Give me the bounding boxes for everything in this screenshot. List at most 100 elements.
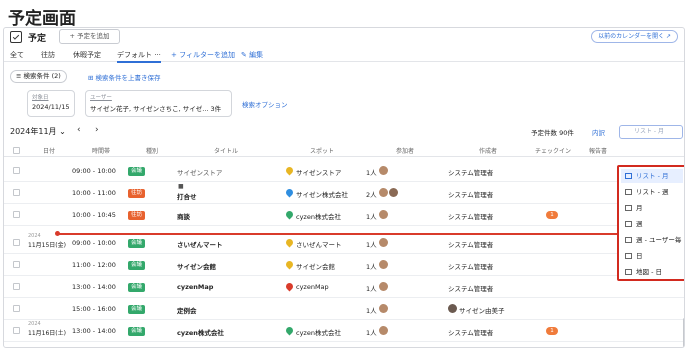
- column-title: タイトル: [214, 148, 239, 155]
- schedule-panel: 予定 + 予定を追加 以前のカレンダーを開く ↗ 全て 往訪 休暇予定 デフォル…: [3, 27, 685, 348]
- add-filter-button[interactable]: + フィルターを追加: [171, 50, 235, 60]
- spot-name[interactable]: cyzen株式会社: [296, 211, 341, 221]
- schedule-title-link[interactable]: 定例会: [177, 305, 197, 315]
- kind-badge: 会議: [128, 239, 145, 248]
- time-range: 09:00 - 10:00: [72, 239, 116, 247]
- target-date-filter[interactable]: 対象日 2024/11/15: [27, 90, 75, 117]
- table-row[interactable]: 2024 11月16日(土) 13:00 - 14:00 会議 cyzen株式会社 cyz…: [4, 320, 684, 342]
- breakdown-link[interactable]: 内訳: [592, 127, 605, 137]
- row-checkbox[interactable]: [13, 283, 20, 290]
- spot-name[interactable]: サイゼンストア: [296, 167, 341, 177]
- column-participants: 参加者: [396, 148, 415, 155]
- view-option[interactable]: リスト - 週: [621, 185, 683, 199]
- search-options-link[interactable]: 検索オプション: [242, 99, 288, 109]
- spot-name[interactable]: cyzenMap: [296, 283, 329, 291]
- user-filter[interactable]: ユーザー サイゼン花子, サイゼンさちこ, サイゼ... 3件: [85, 90, 232, 117]
- schedule-title-link[interactable]: サイゼンストア: [177, 167, 222, 177]
- kind-badge: 会議: [128, 327, 145, 336]
- row-checkbox[interactable]: [13, 167, 20, 174]
- avatar: [379, 188, 388, 197]
- view-type-icon: [625, 269, 632, 275]
- search-conditions-button[interactable]: ≡ 検索条件 (2): [10, 70, 67, 83]
- avatar: [379, 326, 388, 335]
- avatar: [389, 188, 398, 197]
- table-row[interactable]: 15:00 - 16:00 会議 定例会 1人 サイゼン由美子: [4, 298, 684, 320]
- tab-default[interactable]: デフォルト ···: [117, 50, 161, 63]
- schedule-title-link[interactable]: 打合せ: [177, 191, 197, 201]
- column-date: 日付: [43, 148, 56, 155]
- spot-name[interactable]: サイゼン株式会社: [296, 189, 348, 199]
- spot-name[interactable]: さいぜんマート: [296, 239, 342, 249]
- view-type-icon: [625, 173, 632, 179]
- table-row[interactable]: 2024 11月15日(金) 09:00 - 10:00 会議 さいぜんマート さいぜんマ…: [4, 232, 684, 254]
- prev-month-button[interactable]: ‹: [77, 125, 81, 135]
- open-previous-calendar-button[interactable]: 以前のカレンダーを開く ↗: [591, 30, 678, 43]
- row-checkbox[interactable]: [13, 327, 20, 334]
- avatar: [379, 166, 388, 175]
- view-option-label: 日: [636, 252, 643, 260]
- time-range: 10:00 - 11:00: [72, 189, 116, 197]
- schedule-title-link[interactable]: cyzen株式会社: [177, 327, 224, 337]
- time-range: 09:00 - 10:00: [72, 167, 116, 175]
- view-option[interactable]: 週: [621, 217, 683, 231]
- avatar: [379, 282, 388, 291]
- scrollbar[interactable]: [683, 318, 684, 347]
- participant-count: 1人: [366, 329, 377, 337]
- view-option[interactable]: 日: [621, 249, 683, 263]
- column-report: 報告書: [589, 148, 608, 155]
- month-selector[interactable]: 2024年11月 ⌄: [10, 126, 66, 137]
- spot-name[interactable]: サイゼン会館: [296, 261, 335, 271]
- row-checkbox[interactable]: [13, 239, 20, 246]
- view-option[interactable]: 週 - ユーザー毎: [621, 233, 683, 247]
- creator-name: システム管理者: [448, 169, 494, 177]
- tab-all[interactable]: 全て: [10, 50, 24, 60]
- participant-count: 1人: [366, 213, 377, 221]
- view-type-icon: [625, 221, 632, 227]
- checkin-count[interactable]: 1: [546, 211, 558, 219]
- row-checkbox[interactable]: [13, 261, 20, 268]
- table-row[interactable]: 13:00 - 14:00 会議 cyzenMap cyzenMap 1人 システム管理者: [4, 276, 684, 298]
- column-checkin: チェックイン: [535, 148, 572, 155]
- schedule-title-link[interactable]: さいぜんマート: [177, 239, 223, 249]
- save-conditions-link[interactable]: ⊞ 検索条件を上書き保存: [88, 72, 161, 82]
- schedule-title-link[interactable]: サイゼン会館: [177, 261, 216, 271]
- view-option[interactable]: リスト - 月: [621, 169, 683, 183]
- current-time-line: [57, 233, 622, 235]
- row-checkbox[interactable]: [13, 189, 20, 196]
- lock-icon: ■: [178, 183, 184, 190]
- checkin-count[interactable]: 1: [546, 327, 558, 335]
- next-month-button[interactable]: ›: [95, 125, 99, 135]
- location-pin-icon: [284, 237, 295, 248]
- schedule-title-link[interactable]: 商談: [177, 211, 190, 221]
- participant-count: 1人: [366, 263, 377, 271]
- location-pin-icon: [284, 259, 295, 270]
- edit-button[interactable]: ✎ 編集: [241, 50, 263, 60]
- target-date-value: 2024/11/15: [32, 103, 70, 111]
- table-row[interactable]: 10:00 - 11:00 往訪 打合せ ■ サイゼン株式会社 2人 システム管理者: [4, 182, 684, 204]
- creator-name: サイゼン由美子: [459, 307, 505, 315]
- table-header: 日付 時間帯 種別 タイトル スポット 参加者 作成者 チェックイン 報告書: [4, 144, 684, 157]
- tab-vacation[interactable]: 休暇予定: [73, 50, 101, 60]
- row-checkbox[interactable]: [13, 211, 20, 218]
- select-all-checkbox[interactable]: [13, 147, 20, 154]
- location-pin-icon: [284, 165, 295, 176]
- row-checkbox[interactable]: [13, 305, 20, 312]
- table-row[interactable]: 11:00 - 12:00 会議 サイゼン会館 サイゼン会館 1人 システム管理者: [4, 254, 684, 276]
- spot-name[interactable]: cyzen株式会社: [296, 327, 341, 337]
- month-toolbar: 2024年11月 ⌄ ‹ › 予定件数 90件 内訳 リスト - 月: [4, 125, 684, 139]
- view-option[interactable]: 地図 - 日: [621, 265, 683, 279]
- participant-count: 1人: [366, 307, 377, 315]
- current-time-dot: [55, 231, 60, 236]
- filter-tabs: 全て 往訪 休暇予定 デフォルト ··· + フィルターを追加 ✎ 編集: [4, 48, 684, 63]
- table-row[interactable]: 10:00 - 10:45 往訪 商談 cyzen株式会社 1人 システム管理者 1: [4, 204, 684, 226]
- date-year: 2024: [28, 233, 41, 239]
- table-row[interactable]: 09:00 - 10:00 会議 サイゼンストア サイゼンストア 1人 システム管理者: [4, 160, 684, 182]
- add-schedule-button[interactable]: + 予定を追加: [59, 29, 120, 44]
- view-option[interactable]: 月: [621, 201, 683, 215]
- schedule-title-link[interactable]: cyzenMap: [177, 283, 213, 291]
- tab-visit[interactable]: 往訪: [41, 50, 55, 60]
- view-option-label: リスト - 月: [636, 172, 669, 180]
- kind-badge: 会議: [128, 167, 145, 176]
- view-mode-select[interactable]: リスト - 月: [619, 125, 683, 139]
- kind-badge: 会議: [128, 305, 145, 314]
